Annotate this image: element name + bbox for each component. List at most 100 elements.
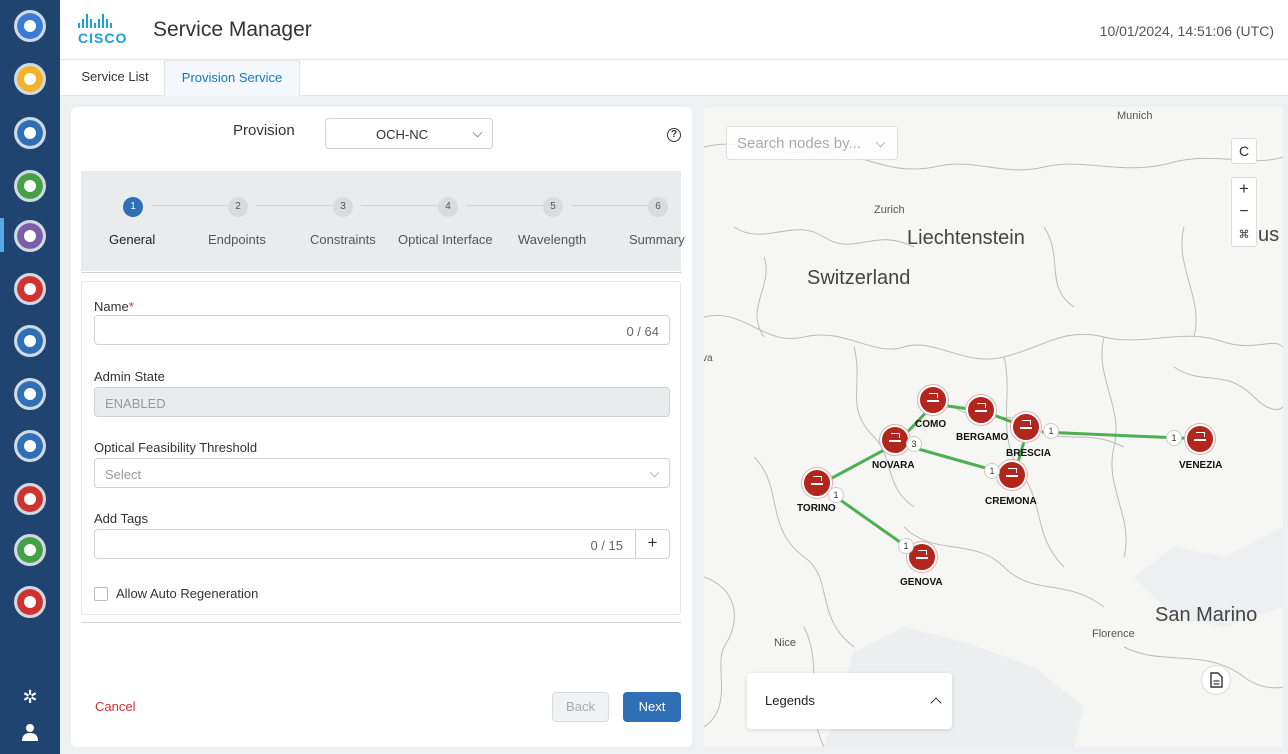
provision-type-value: OCH-NC — [376, 127, 428, 142]
step-4-label[interactable]: Optical Interface — [398, 232, 493, 247]
badge-brescia: 1 — [1043, 423, 1059, 439]
node-label-bergamo: BERGAMO — [956, 432, 1009, 443]
badge-genova: 1 — [898, 538, 914, 554]
step-3-dot[interactable]: 3 — [333, 197, 353, 217]
tags-label: Add Tags — [94, 511, 148, 526]
logo-text: CISCO — [78, 30, 128, 46]
fit-view-button[interactable]: ⌘ — [1232, 224, 1256, 246]
wizard-stepper: 1 2 3 4 5 6 General Endpoints Constraint… — [81, 171, 685, 271]
inventory-icon[interactable] — [14, 170, 46, 202]
badge-novara: 3 — [906, 436, 922, 452]
alarms-icon[interactable] — [14, 273, 46, 305]
node-venezia[interactable] — [1185, 424, 1215, 454]
refresh-map-button[interactable]: C — [1231, 138, 1257, 164]
name-label: Name* — [94, 299, 134, 314]
place-munich: Munich — [1117, 110, 1153, 122]
general-form-card: Name* 0 / 64 Admin State ENABLED Optical… — [81, 281, 681, 615]
help-icon[interactable]: ? — [667, 128, 681, 142]
node-label-torino: TORINO — [797, 503, 836, 514]
database-icon[interactable] — [14, 534, 46, 566]
export-document-button[interactable] — [1201, 665, 1231, 695]
step-2-dot[interactable]: 2 — [228, 197, 248, 217]
add-tag-button[interactable]: + — [635, 530, 669, 558]
login-icon[interactable] — [14, 117, 46, 149]
zoom-out-button[interactable]: − — [1232, 201, 1256, 224]
place-zurich: Zurich — [874, 204, 905, 216]
badge-cremona: 1 — [984, 463, 1000, 479]
place-edge-left: va — [704, 353, 713, 364]
node-label-novara: NOVARA — [872, 460, 915, 471]
tab-bar: Service List Provision Service — [60, 60, 1288, 96]
zoom-in-button[interactable]: + — [1232, 178, 1256, 201]
chevron-down-icon — [649, 467, 660, 478]
step-5-dot[interactable]: 5 — [543, 197, 563, 217]
node-search-placeholder: Search nodes by... — [737, 135, 861, 152]
node-brescia[interactable] — [1011, 412, 1041, 442]
user-icon[interactable] — [20, 723, 40, 743]
legends-label: Legends — [765, 693, 815, 708]
topology-icon[interactable] — [14, 378, 46, 410]
cisco-logo: CISCO — [78, 14, 130, 48]
topology-map[interactable]: Search nodes by... C + − ⌘ Munich Zurich… — [704, 107, 1283, 747]
divider — [81, 272, 681, 273]
auto-regeneration-checkbox[interactable] — [94, 587, 108, 601]
node-label-como: COMO — [915, 419, 947, 430]
badge-venezia: 1 — [1166, 430, 1182, 446]
cancel-button[interactable]: Cancel — [95, 699, 135, 714]
devices-icon[interactable] — [14, 63, 46, 95]
chevron-down-icon — [875, 137, 886, 148]
service-manager-icon[interactable] — [14, 220, 46, 252]
chevron-down-icon — [472, 127, 483, 138]
step-2-label[interactable]: Endpoints — [208, 232, 266, 247]
legends-panel[interactable]: Legends — [747, 673, 952, 729]
next-button[interactable]: Next — [623, 692, 681, 722]
network-icon[interactable] — [14, 325, 46, 357]
place-san-marino: San Marino — [1155, 604, 1258, 626]
node-como[interactable] — [918, 385, 948, 415]
datetime: 10/01/2024, 14:51:06 (UTC) — [1099, 23, 1274, 39]
place-liechtenstein: Liechtenstein — [907, 227, 1025, 249]
app-rail: ✲ — [0, 0, 60, 754]
step-3-label[interactable]: Constraints — [310, 232, 376, 247]
step-6-label[interactable]: Summary — [629, 232, 685, 247]
monitor-icon[interactable] — [14, 586, 46, 618]
name-input[interactable]: 0 / 64 — [94, 315, 670, 345]
provision-label: Provision — [233, 122, 295, 139]
place-switzerland: Switzerland — [807, 267, 911, 289]
threshold-label: Optical Feasibility Threshold — [94, 440, 258, 455]
threshold-select[interactable]: Select — [94, 458, 670, 488]
node-search-select[interactable]: Search nodes by... — [726, 126, 898, 160]
tags-counter: 0 / 15 — [590, 538, 623, 553]
chevron-up-icon[interactable] — [930, 697, 942, 709]
back-button[interactable]: Back — [552, 692, 609, 722]
node-label-venezia: VENEZIA — [1179, 460, 1223, 471]
place-nice: Nice — [774, 637, 797, 649]
step-6-dot[interactable]: 6 — [648, 197, 668, 217]
step-1-label[interactable]: General — [109, 232, 155, 247]
tab-service-list[interactable]: Service List — [68, 60, 162, 96]
map-icon[interactable] — [14, 483, 46, 515]
app-title: Service Manager — [153, 18, 312, 41]
admin-state-value: ENABLED — [105, 396, 166, 411]
globe-icon[interactable] — [14, 10, 46, 42]
performance-icon[interactable] — [14, 430, 46, 462]
tab-provision-service[interactable]: Provision Service — [164, 60, 300, 96]
step-1-dot[interactable]: 1 — [123, 197, 143, 217]
step-5-label[interactable]: Wavelength — [518, 232, 586, 247]
tags-input[interactable]: 0 / 15 + — [94, 529, 670, 559]
provision-type-select[interactable]: OCH-NC — [325, 118, 493, 149]
node-bergamo[interactable] — [966, 395, 996, 425]
required-marker: * — [128, 299, 134, 314]
admin-state-label: Admin State — [94, 369, 165, 384]
gear-icon[interactable]: ✲ — [20, 687, 40, 707]
document-icon — [1210, 672, 1223, 688]
threshold-placeholder: Select — [105, 467, 142, 482]
step-4-dot[interactable]: 4 — [438, 197, 458, 217]
step-connector — [256, 205, 336, 206]
node-cremona[interactable] — [997, 460, 1027, 490]
provision-form-panel: Provision OCH-NC ? 1 2 3 4 5 6 General E… — [71, 107, 692, 747]
node-label-cremona: CREMONA — [985, 496, 1037, 507]
auto-regeneration-label: Allow Auto Regeneration — [116, 586, 259, 601]
node-novara[interactable] — [880, 425, 910, 455]
divider — [81, 622, 681, 623]
